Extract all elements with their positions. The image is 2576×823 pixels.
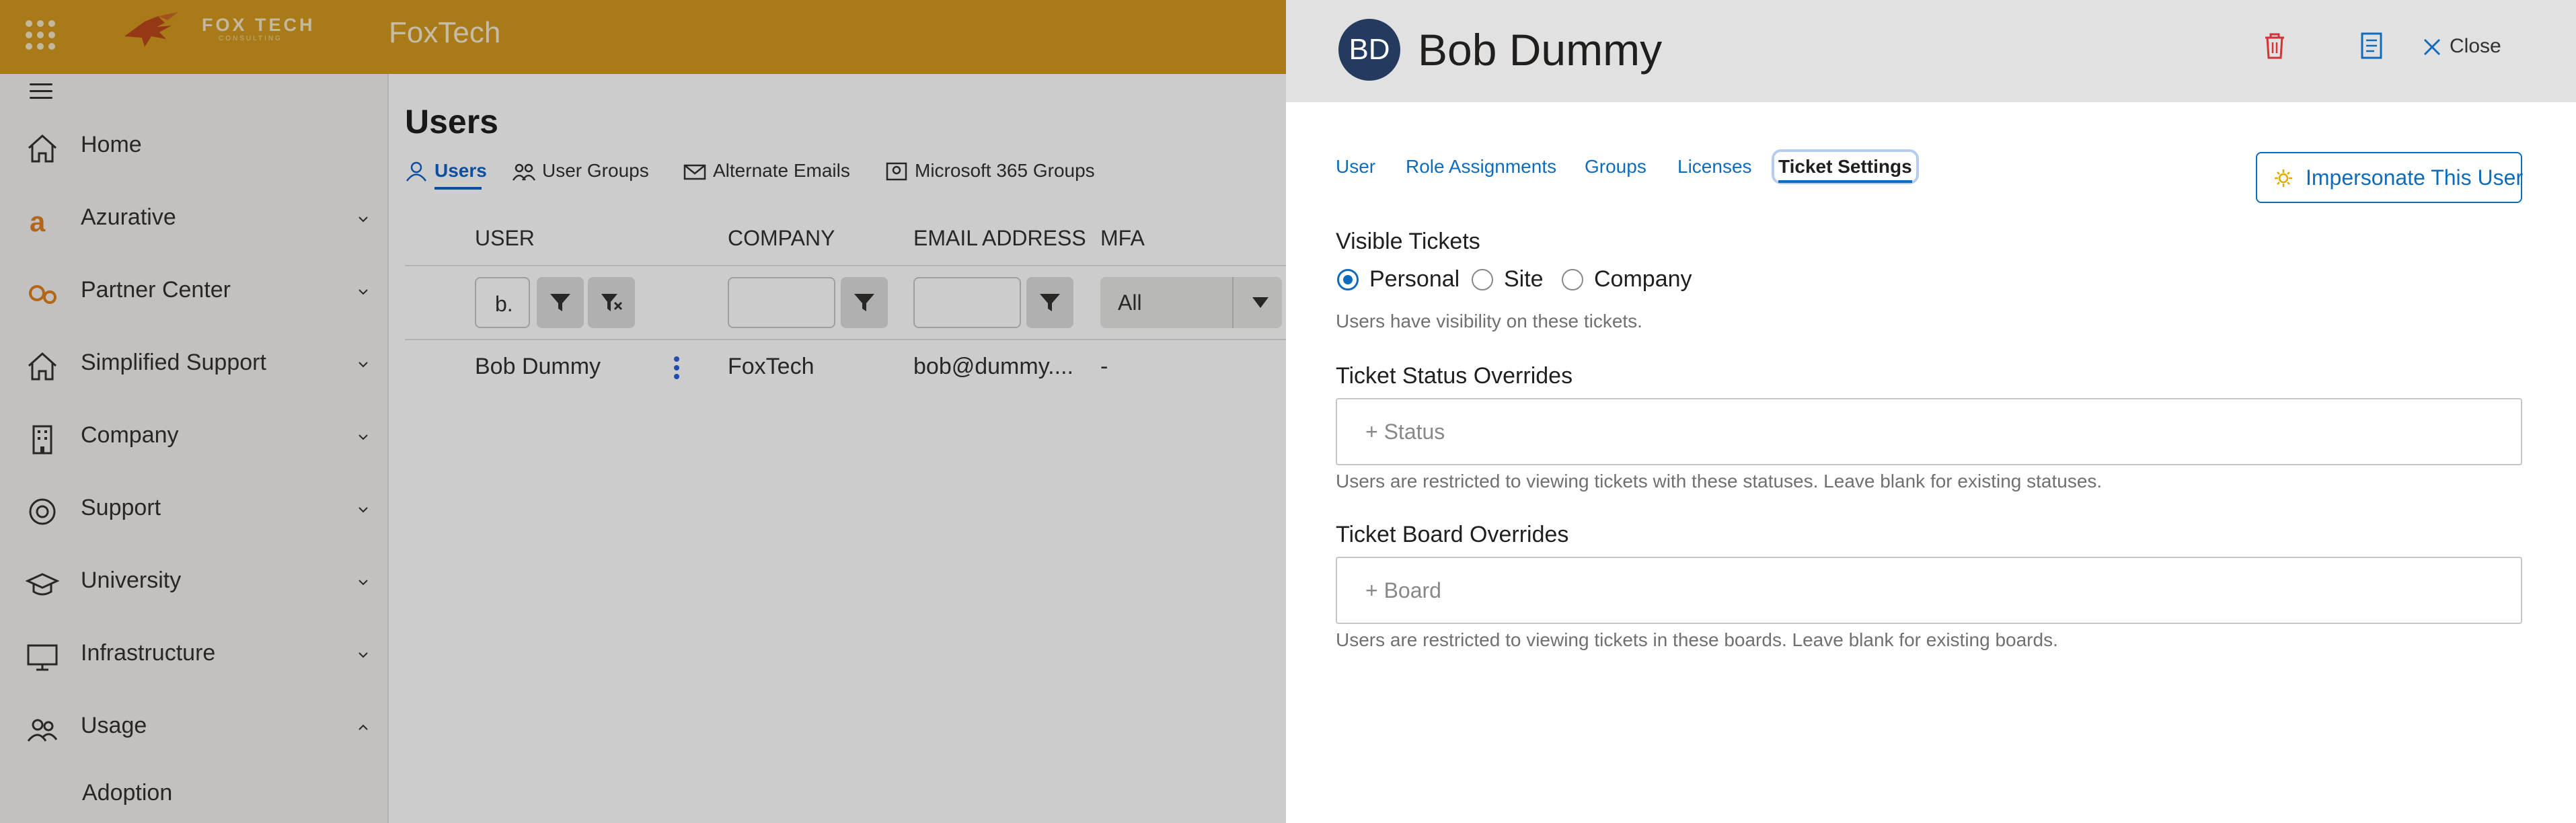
close-label: Close: [2450, 35, 2501, 57]
notes-icon[interactable]: [2358, 31, 2385, 61]
impersonate-button[interactable]: Impersonate This User: [2256, 152, 2524, 203]
tab-ticket-settings[interactable]: Ticket Settings: [1772, 149, 1919, 184]
radio-personal[interactable]: Personal: [1337, 266, 1460, 293]
close-icon: [2423, 38, 2441, 56]
radio-unchecked-icon: [1472, 269, 1493, 290]
status-overrides-label: Ticket Status Overrides: [1336, 363, 1573, 389]
tab-role-assignments[interactable]: Role Assignments: [1406, 156, 1556, 178]
delete-icon[interactable]: [2261, 31, 2288, 61]
radio-company[interactable]: Company: [1562, 266, 1692, 293]
board-overrides-hint: Users are restricted to viewing tickets …: [1336, 629, 2058, 650]
radio-unchecked-icon: [1562, 269, 1583, 290]
board-overrides-field[interactable]: + Board: [1336, 557, 2522, 624]
tab-groups[interactable]: Groups: [1585, 156, 1646, 178]
tab-licenses[interactable]: Licenses: [1677, 156, 1752, 178]
gear-icon: [2275, 169, 2292, 187]
avatar: BD: [1338, 19, 1400, 81]
radio-site[interactable]: Site: [1472, 266, 1546, 293]
visible-tickets-label: Visible Tickets: [1336, 229, 1480, 254]
radio-checked-icon: [1337, 269, 1359, 290]
status-overrides-field[interactable]: + Status: [1336, 398, 2522, 465]
panel-title: Bob Dummy: [1418, 25, 1663, 75]
status-add-placeholder: + Status: [1365, 420, 1445, 444]
radio-label: Site: [1504, 266, 1544, 292]
impersonate-label: Impersonate This User: [2306, 165, 2524, 190]
radio-label: Company: [1594, 266, 1692, 292]
tab-user[interactable]: User: [1336, 156, 1375, 178]
user-detail-panel: BD Bob Dummy Close User Role Assignments…: [1286, 0, 2576, 823]
radio-label: Personal: [1369, 266, 1460, 292]
status-overrides-hint: Users are restricted to viewing tickets …: [1336, 471, 2103, 492]
visible-tickets-hint: Users have visibility on these tickets.: [1336, 311, 1642, 331]
board-add-placeholder: + Board: [1365, 578, 1441, 602]
board-overrides-label: Ticket Board Overrides: [1336, 522, 1569, 547]
modal-backdrop[interactable]: [0, 0, 1286, 823]
panel-header: BD Bob Dummy Close: [1286, 0, 2576, 102]
